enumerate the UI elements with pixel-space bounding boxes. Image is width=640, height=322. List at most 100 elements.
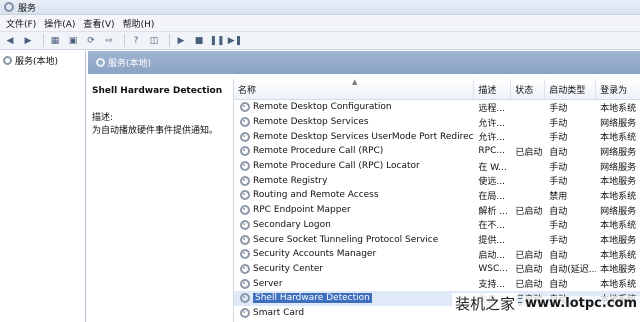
- service-row[interactable]: Remote Procedure Call (RPC) Locator 在 W..…: [234, 159, 640, 174]
- properties-icon[interactable]: ▣: [66, 34, 80, 48]
- service-row[interactable]: Secondary Logon 在不... 手动 本地系统: [234, 218, 640, 233]
- service-description: RPC...: [478, 146, 505, 157]
- service-startup-type: 自动: [549, 250, 568, 261]
- service-description: 在 W...: [478, 162, 507, 173]
- service-name: Secure Socket Tunneling Protocol Service: [253, 234, 439, 245]
- service-gear-icon: [240, 102, 250, 113]
- service-name-cell: Secondary Logon: [234, 219, 474, 230]
- console-tree: 服务(本地): [0, 51, 86, 322]
- service-name: Server: [253, 278, 283, 289]
- service-name-cell: Remote Procedure Call (RPC): [234, 146, 474, 157]
- service-description: 在不...: [478, 221, 505, 232]
- back-icon[interactable]: ◀: [3, 34, 17, 48]
- column-header-startup-type[interactable]: 启动类型: [545, 79, 597, 99]
- column-header-status[interactable]: 状态: [511, 79, 546, 99]
- description-panel: Shell Hardware Detection 描述: 为自动播放硬件事件提供…: [88, 74, 233, 322]
- service-gear-icon: [240, 249, 250, 260]
- console-tree-icon[interactable]: ▦: [48, 34, 62, 48]
- service-gear-icon: [240, 175, 250, 186]
- service-description: WSC...: [478, 263, 508, 274]
- restart-icon[interactable]: ▶❚: [228, 34, 242, 48]
- toolbar-separator: [124, 34, 125, 47]
- service-logon-as: 本地系统: [600, 103, 637, 114]
- menu-file[interactable]: 文件(F): [4, 17, 42, 30]
- service-logon-as: 本地服务: [600, 236, 637, 247]
- menu-bar: 文件(F) 操作(A) 查看(V) 帮助(H): [0, 15, 640, 32]
- export-icon[interactable]: ⇨: [102, 34, 116, 48]
- show-hide-icon[interactable]: ◫: [147, 34, 161, 48]
- title-bar: 服务: [0, 0, 640, 15]
- service-name-cell: Remote Desktop Configuration: [234, 102, 474, 113]
- service-status: 已启动: [515, 250, 543, 261]
- toolbar: ◀ ▶ ▦ ▣ ⟳ ⇨ ? ◫ ▶ ■ ❚❚ ▶❚: [0, 32, 640, 50]
- service-gear-icon: [240, 205, 250, 216]
- column-header-description[interactable]: 描述: [474, 79, 512, 99]
- column-header-logon-as[interactable]: 登录为: [596, 79, 640, 99]
- service-gear-icon: [240, 263, 250, 274]
- service-startup-type: 自动(延迟...: [549, 265, 597, 276]
- description-text: 为自动播放硬件事件提供通知。: [92, 126, 219, 136]
- service-description: 启动...: [478, 250, 505, 261]
- service-name: Routing and Remote Access: [253, 190, 379, 201]
- service-row[interactable]: Remote Desktop Services UserMode Port Re…: [234, 129, 640, 144]
- service-gear-icon: [240, 190, 250, 201]
- stop-icon[interactable]: ■: [192, 34, 206, 48]
- services-gear-icon: [3, 56, 12, 65]
- service-gear-icon: [240, 131, 250, 142]
- service-row[interactable]: Remote Procedure Call (RPC) RPC... 已启动 自动 网络…: [234, 144, 640, 159]
- tree-item-services-local[interactable]: 服务(本地): [0, 51, 85, 70]
- service-startup-type: 手动: [549, 221, 568, 232]
- service-name: Secondary Logon: [253, 219, 331, 230]
- service-row[interactable]: Routing and Remote Access 在局... 禁用 本地系统: [234, 188, 640, 203]
- service-status: 已启动: [515, 265, 543, 276]
- service-logon-as: 本地系统: [600, 221, 637, 232]
- service-name-cell: Routing and Remote Access: [234, 190, 474, 201]
- pause-icon[interactable]: ❚❚: [209, 34, 224, 48]
- forward-icon[interactable]: ▶: [21, 34, 35, 48]
- service-row[interactable]: Security Accounts Manager 启动... 已启动 自动 本地系统: [234, 247, 640, 262]
- service-description: 在局...: [478, 191, 505, 202]
- service-startup-type: 手动: [549, 133, 568, 144]
- service-name-cell: Remote Desktop Services UserMode Port Re…: [234, 131, 474, 142]
- service-description: 允许...: [478, 118, 505, 129]
- toolbar-separator: [43, 34, 44, 47]
- service-row[interactable]: Remote Registry 使远... 手动 本地服务: [234, 173, 640, 188]
- service-name: Remote Desktop Configuration: [253, 102, 392, 113]
- service-gear-icon: [240, 146, 250, 157]
- services-header: 服务(本地): [88, 51, 640, 74]
- service-gear-icon: [240, 307, 250, 318]
- service-row[interactable]: Secure Socket Tunneling Protocol Service…: [234, 232, 640, 247]
- service-startup-type: 手动: [549, 103, 568, 114]
- description-label: 描述:: [92, 113, 114, 123]
- service-name-cell: Secure Socket Tunneling Protocol Service: [234, 234, 474, 245]
- service-row[interactable]: Remote Desktop Services 允许... 手动 网络服务: [234, 115, 640, 130]
- service-description: 使远...: [478, 177, 505, 188]
- service-description: 远程...: [478, 103, 505, 114]
- service-logon-as: 本地服务: [600, 265, 637, 276]
- service-description: 允许...: [478, 133, 505, 144]
- service-name: Remote Registry: [253, 175, 328, 186]
- start-icon[interactable]: ▶: [174, 34, 188, 48]
- menu-view[interactable]: 查看(V): [81, 17, 120, 30]
- menu-help[interactable]: 帮助(H): [121, 17, 161, 30]
- tree-item-label: 服务(本地): [15, 57, 59, 67]
- service-logon-as: 网络服务: [600, 206, 637, 217]
- services-gear-icon: [96, 58, 105, 67]
- service-logon-as: 网络服务: [600, 118, 637, 129]
- window-title: 服务: [18, 3, 37, 14]
- menu-action[interactable]: 操作(A): [42, 17, 81, 30]
- help-icon[interactable]: ?: [129, 34, 143, 48]
- toolbar-separator: [169, 34, 170, 47]
- watermark-cn-text: 装机之家: [452, 293, 519, 314]
- header-title: 服务(本地): [108, 59, 152, 69]
- service-row[interactable]: Remote Desktop Configuration 远程... 手动 本地系统: [234, 100, 640, 115]
- service-gear-icon: [240, 117, 250, 128]
- service-row[interactable]: Security Center WSC... 已启动 自动(延迟... 本地服务: [234, 262, 640, 277]
- service-row[interactable]: RPC Endpoint Mapper 解析 ... 已启动 自动 网络服务: [234, 203, 640, 218]
- service-name: Remote Desktop Services: [253, 117, 369, 128]
- service-name: RPC Endpoint Mapper: [253, 205, 351, 216]
- service-description: 提供...: [478, 236, 505, 247]
- refresh-icon[interactable]: ⟳: [84, 34, 98, 48]
- service-startup-type: 禁用: [549, 191, 568, 202]
- column-header-name[interactable]: ▲ 名称: [234, 78, 475, 99]
